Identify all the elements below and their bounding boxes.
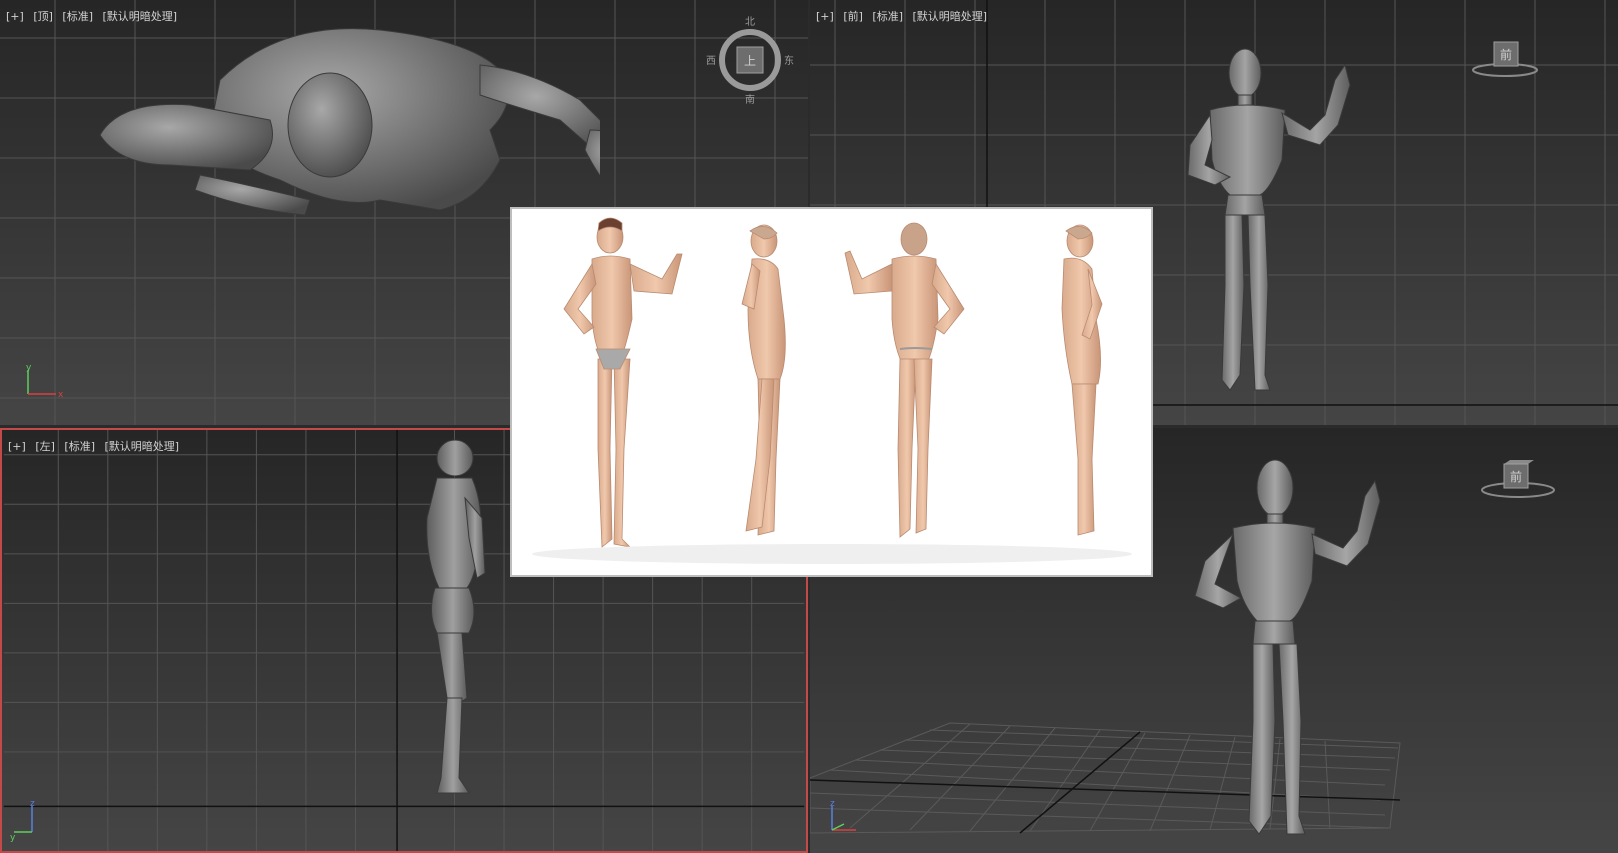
compass-north-label: 北 — [745, 16, 755, 28]
viewcube-face-label: 前 — [1500, 47, 1512, 62]
mannequin-side-view[interactable] — [407, 438, 507, 803]
viewcube-top[interactable]: 上 北 南 东 西 — [705, 15, 795, 105]
view-mode-label[interactable]: [左] — [35, 440, 55, 453]
reference-figure-side — [741, 224, 786, 536]
compass-south-label: 南 — [745, 93, 755, 105]
axis-z-label: z — [30, 799, 35, 809]
mannequin-top-view[interactable] — [80, 10, 600, 240]
shading-mode-label[interactable]: [标准] — [872, 10, 903, 23]
viewcube-face-label: 上 — [744, 54, 756, 68]
lighting-mode-label[interactable]: [默认明暗处理] — [103, 10, 178, 23]
mannequin-front-view[interactable] — [1170, 45, 1360, 410]
reference-figure-right-side — [1061, 224, 1103, 536]
lighting-mode-label[interactable]: [默认明暗处理] — [913, 10, 988, 23]
axis-x-label: x — [58, 390, 64, 400]
compass-west-label: 西 — [706, 56, 716, 67]
viewport-label-left: [+] [左] [标准] [默认明暗处理] — [8, 438, 185, 454]
axis-tripod-perspective: z — [830, 799, 856, 831]
mannequin-perspective-view[interactable] — [1175, 456, 1395, 853]
reference-photo — [532, 217, 1132, 564]
viewport-menu-button[interactable]: [+] — [816, 10, 834, 23]
viewport-menu-button[interactable]: [+] — [6, 10, 24, 23]
axis-tripod-left: z y — [10, 799, 35, 843]
viewcube-perspective[interactable]: 前 — [1478, 456, 1558, 501]
axis-y-label: y — [10, 833, 16, 843]
viewcube-front[interactable]: 前 — [1470, 38, 1540, 83]
shading-mode-label[interactable]: [标准] — [64, 440, 95, 453]
view-mode-label[interactable]: [顶] — [33, 10, 53, 23]
viewport-menu-button[interactable]: [+] — [8, 440, 26, 453]
axis-tripod-top: y x — [26, 363, 64, 400]
viewport-label-top: [+] [顶] [标准] [默认明暗处理] — [6, 8, 183, 24]
axis-z-label: z — [830, 799, 835, 809]
reference-figure-back — [844, 222, 965, 538]
axis-y-label: y — [26, 363, 32, 373]
shading-mode-label[interactable]: [标准] — [62, 10, 93, 23]
compass-east-label: 东 — [784, 54, 794, 67]
reference-figure-front — [563, 217, 683, 548]
reference-image-panel — [510, 207, 1153, 577]
viewcube-face-label: 前 — [1510, 469, 1522, 484]
view-mode-label[interactable]: [前] — [843, 10, 863, 23]
lighting-mode-label[interactable]: [默认明暗处理] — [105, 440, 180, 453]
viewport-label-front: [+] [前] [标准] [默认明暗处理] — [816, 8, 993, 24]
